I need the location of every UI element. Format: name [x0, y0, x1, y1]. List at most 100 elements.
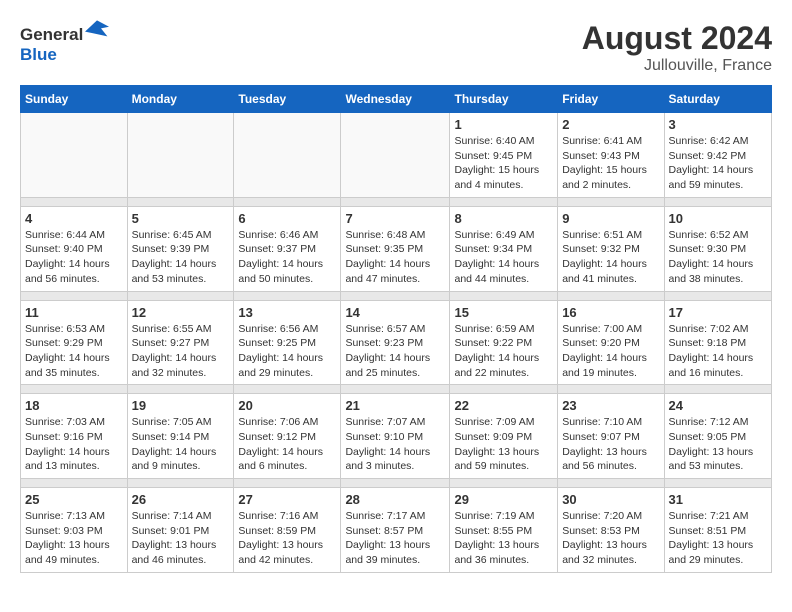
day-info: Sunrise: 6:56 AMSunset: 9:25 PMDaylight:…: [238, 322, 336, 381]
calendar-cell: 6 Sunrise: 6:46 AMSunset: 9:37 PMDaylight…: [234, 206, 341, 291]
day-number: 16: [562, 305, 659, 320]
day-info: Sunrise: 7:03 AMSunset: 9:16 PMDaylight:…: [25, 415, 123, 474]
title-block: August 2024 Jullouville, France: [582, 20, 772, 75]
calendar-cell: 28Sunrise: 7:17 AMSunset: 8:57 PMDayligh…: [341, 488, 450, 573]
day-info: Sunrise: 7:21 AMSunset: 8:51 PMDaylight:…: [669, 509, 767, 568]
calendar-cell: 17 Sunrise: 7:02 AMSunset: 9:18 PMDayligh…: [664, 300, 771, 385]
calendar-week-row: 11 Sunrise: 6:53 AMSunset: 9:29 PMDayligh…: [21, 300, 772, 385]
day-number: 20: [238, 398, 336, 413]
calendar-cell: [21, 113, 128, 198]
day-number: 19: [132, 398, 230, 413]
day-info: Sunrise: 6:46 AMSunset: 9:37 PMDaylight:…: [238, 228, 336, 287]
calendar-cell: 16 Sunrise: 7:00 AMSunset: 9:20 PMDayligh…: [558, 300, 664, 385]
logo: General Blue: [20, 20, 109, 65]
day-number: 5: [132, 211, 230, 226]
calendar-cell: 12Sunrise: 6:55 AMSunset: 9:27 PMDayligh…: [127, 300, 234, 385]
day-info: Sunrise: 7:00 AMSunset: 9:20 PMDaylight:…: [562, 322, 659, 381]
day-info: Sunrise: 7:10 AMSunset: 9:07 PMDaylight:…: [562, 415, 659, 474]
day-info: Sunrise: 6:44 AMSunset: 9:40 PMDaylight:…: [25, 228, 123, 287]
week-separator: [21, 385, 772, 394]
day-info: Sunrise: 6:40 AMSunset: 9:45 PMDaylight:…: [454, 134, 553, 193]
logo-text: General Blue: [20, 20, 109, 65]
col-monday: Monday: [127, 86, 234, 113]
calendar-cell: 11 Sunrise: 6:53 AMSunset: 9:29 PMDayligh…: [21, 300, 128, 385]
day-number: 7: [345, 211, 445, 226]
calendar-cell: 20 Sunrise: 7:06 AMSunset: 9:12 PMDayligh…: [234, 394, 341, 479]
day-info: Sunrise: 7:05 AMSunset: 9:14 PMDaylight:…: [132, 415, 230, 474]
calendar-cell: 26Sunrise: 7:14 AMSunset: 9:01 PMDayligh…: [127, 488, 234, 573]
day-info: Sunrise: 7:06 AMSunset: 9:12 PMDaylight:…: [238, 415, 336, 474]
day-info: Sunrise: 6:59 AMSunset: 9:22 PMDaylight:…: [454, 322, 553, 381]
day-number: 12: [132, 305, 230, 320]
week-separator: [21, 479, 772, 488]
calendar-cell: 5 Sunrise: 6:45 AMSunset: 9:39 PMDaylight…: [127, 206, 234, 291]
calendar-cell: 24Sunrise: 7:12 AMSunset: 9:05 PMDayligh…: [664, 394, 771, 479]
logo-general: General: [20, 25, 83, 44]
day-number: 6: [238, 211, 336, 226]
day-number: 13: [238, 305, 336, 320]
calendar-cell: 29Sunrise: 7:19 AMSunset: 8:55 PMDayligh…: [450, 488, 558, 573]
day-number: 21: [345, 398, 445, 413]
calendar-cell: [341, 113, 450, 198]
day-number: 22: [454, 398, 553, 413]
col-wednesday: Wednesday: [341, 86, 450, 113]
day-info: Sunrise: 7:09 AMSunset: 9:09 PMDaylight:…: [454, 415, 553, 474]
day-number: 3: [669, 117, 767, 132]
calendar-week-row: 18 Sunrise: 7:03 AMSunset: 9:16 PMDayligh…: [21, 394, 772, 479]
col-saturday: Saturday: [664, 86, 771, 113]
day-info: Sunrise: 6:53 AMSunset: 9:29 PMDaylight:…: [25, 322, 123, 381]
day-number: 25: [25, 492, 123, 507]
calendar-cell: 21 Sunrise: 7:07 AMSunset: 9:10 PMDayligh…: [341, 394, 450, 479]
calendar-cell: 19 Sunrise: 7:05 AMSunset: 9:14 PMDayligh…: [127, 394, 234, 479]
day-number: 28: [345, 492, 445, 507]
day-number: 15: [454, 305, 553, 320]
day-info: Sunrise: 7:16 AMSunset: 8:59 PMDaylight:…: [238, 509, 336, 568]
calendar-cell: 4 Sunrise: 6:44 AMSunset: 9:40 PMDaylight…: [21, 206, 128, 291]
day-info: Sunrise: 7:07 AMSunset: 9:10 PMDaylight:…: [345, 415, 445, 474]
day-number: 1: [454, 117, 553, 132]
day-number: 17: [669, 305, 767, 320]
day-number: 10: [669, 211, 767, 226]
calendar-cell: [127, 113, 234, 198]
week-separator: [21, 197, 772, 206]
col-thursday: Thursday: [450, 86, 558, 113]
calendar-table: Sunday Monday Tuesday Wednesday Thursday…: [20, 85, 772, 573]
col-tuesday: Tuesday: [234, 86, 341, 113]
calendar-cell: 27 Sunrise: 7:16 AMSunset: 8:59 PMDayligh…: [234, 488, 341, 573]
day-info: Sunrise: 6:45 AMSunset: 9:39 PMDaylight:…: [132, 228, 230, 287]
day-info: Sunrise: 6:48 AMSunset: 9:35 PMDaylight:…: [345, 228, 445, 287]
day-number: 18: [25, 398, 123, 413]
day-number: 14: [345, 305, 445, 320]
calendar-cell: 2 Sunrise: 6:41 AMSunset: 9:43 PMDaylight…: [558, 113, 664, 198]
calendar-cell: 23 Sunrise: 7:10 AMSunset: 9:07 PMDayligh…: [558, 394, 664, 479]
page-subtitle: Jullouville, France: [582, 57, 772, 75]
day-info: Sunrise: 7:13 AMSunset: 9:03 PMDaylight:…: [25, 509, 123, 568]
calendar-cell: 1 Sunrise: 6:40 AMSunset: 9:45 PMDaylight…: [450, 113, 558, 198]
day-number: 4: [25, 211, 123, 226]
logo-bird-icon: [85, 20, 109, 40]
day-number: 27: [238, 492, 336, 507]
calendar-week-row: 4 Sunrise: 6:44 AMSunset: 9:40 PMDaylight…: [21, 206, 772, 291]
calendar-week-row: 1 Sunrise: 6:40 AMSunset: 9:45 PMDaylight…: [21, 113, 772, 198]
day-number: 2: [562, 117, 659, 132]
day-number: 9: [562, 211, 659, 226]
day-number: 23: [562, 398, 659, 413]
calendar-cell: 10Sunrise: 6:52 AMSunset: 9:30 PMDayligh…: [664, 206, 771, 291]
calendar-cell: 14 Sunrise: 6:57 AMSunset: 9:23 PMDayligh…: [341, 300, 450, 385]
day-info: Sunrise: 6:57 AMSunset: 9:23 PMDaylight:…: [345, 322, 445, 381]
day-info: Sunrise: 7:12 AMSunset: 9:05 PMDaylight:…: [669, 415, 767, 474]
day-info: Sunrise: 7:02 AMSunset: 9:18 PMDaylight:…: [669, 322, 767, 381]
col-sunday: Sunday: [21, 86, 128, 113]
day-info: Sunrise: 6:49 AMSunset: 9:34 PMDaylight:…: [454, 228, 553, 287]
day-info: Sunrise: 6:42 AMSunset: 9:42 PMDaylight:…: [669, 134, 767, 193]
day-info: Sunrise: 6:51 AMSunset: 9:32 PMDaylight:…: [562, 228, 659, 287]
day-info: Sunrise: 6:41 AMSunset: 9:43 PMDaylight:…: [562, 134, 659, 193]
page-header: General Blue August 2024 Jullouville, Fr…: [20, 20, 772, 75]
calendar-cell: 22 Sunrise: 7:09 AMSunset: 9:09 PMDayligh…: [450, 394, 558, 479]
logo-blue: Blue: [20, 45, 57, 64]
calendar-cell: 31Sunrise: 7:21 AMSunset: 8:51 PMDayligh…: [664, 488, 771, 573]
calendar-cell: 7 Sunrise: 6:48 AMSunset: 9:35 PMDaylight…: [341, 206, 450, 291]
day-info: Sunrise: 7:14 AMSunset: 9:01 PMDaylight:…: [132, 509, 230, 568]
day-number: 11: [25, 305, 123, 320]
week-separator: [21, 291, 772, 300]
